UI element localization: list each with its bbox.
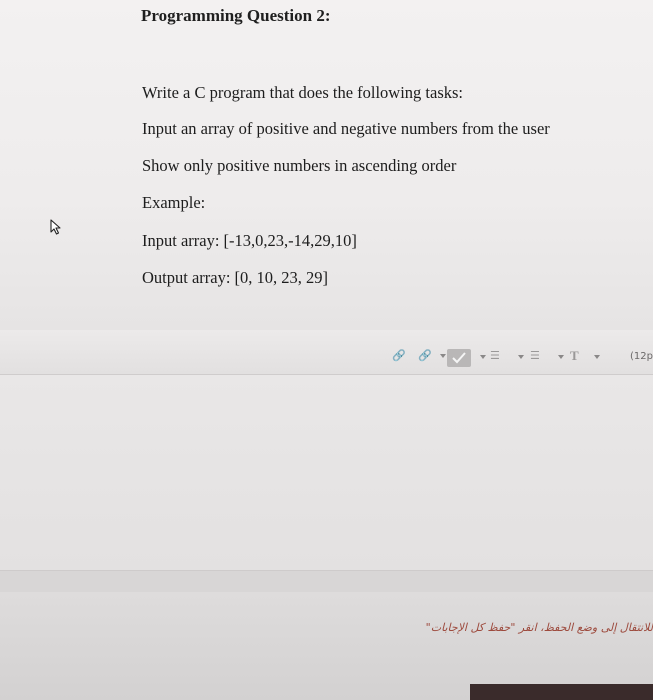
- mouse-cursor-icon: [50, 219, 61, 235]
- ordered-list-icon[interactable]: ☰: [490, 349, 500, 363]
- save-hint: للانتقال إلى وضع الحفظ، انقر "حفظ كل الإ…: [425, 621, 653, 634]
- divider-band: [0, 570, 653, 593]
- link-icon[interactable]: 🔗: [418, 349, 432, 363]
- question-line-3: Show only positive numbers in ascending …: [142, 156, 457, 175]
- chevron-down-icon[interactable]: [594, 355, 600, 359]
- check-icon: [452, 352, 466, 364]
- question-line-4: Example:: [142, 193, 206, 212]
- question-line-2: Input an array of positive and negative …: [142, 119, 550, 138]
- unlink-icon[interactable]: 🔗: [392, 349, 406, 363]
- question-line-6: Output array: [0, 10, 23, 29]: [142, 268, 329, 287]
- question-panel: Programming Question 2: Write a C progra…: [0, 0, 653, 330]
- chevron-down-icon[interactable]: [518, 355, 524, 359]
- chevron-down-icon[interactable]: [440, 354, 446, 358]
- question-line-1: Write a C program that does the followin…: [142, 83, 464, 102]
- bottom-bar: [470, 684, 653, 700]
- text-format-icon[interactable]: T: [570, 349, 579, 363]
- answer-editor[interactable]: [0, 375, 653, 570]
- font-size-select[interactable]: (12p: [630, 351, 653, 362]
- unordered-list-icon[interactable]: ☰: [530, 349, 540, 363]
- chevron-down-icon[interactable]: [558, 355, 564, 359]
- question-line-5: Input array: [-13,0,23,-14,29,10]: [142, 231, 357, 250]
- chevron-down-icon[interactable]: [480, 355, 486, 359]
- question-title: Programming Question 2:: [141, 6, 331, 25]
- editor-toolbar: 🔗 🔗: [0, 330, 653, 375]
- spellcheck-button[interactable]: [447, 349, 471, 367]
